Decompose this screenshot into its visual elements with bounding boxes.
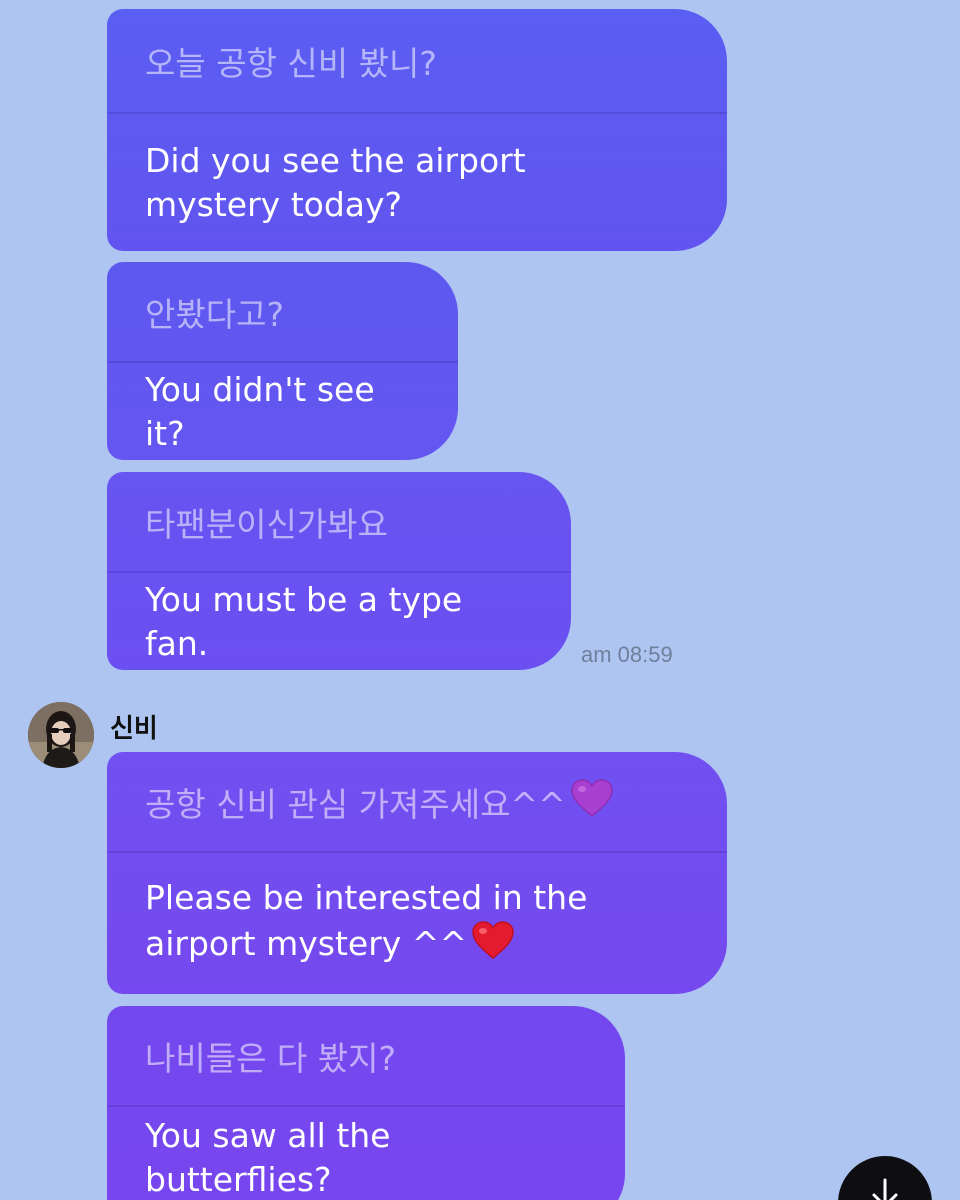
message-bubble[interactable]: 안봤다고? You didn't see it? bbox=[107, 262, 458, 460]
chat-screen: 오늘 공항 신비 봤니? Did you see the airport mys… bbox=[0, 0, 960, 1200]
sender-name: 신비 bbox=[110, 714, 158, 744]
english-translation: Did you see the airport mystery today? bbox=[107, 114, 727, 251]
korean-text: 오늘 공항 신비 봤니? bbox=[145, 43, 437, 83]
message-timestamp: am 08:59 bbox=[581, 642, 673, 667]
english-text: Did you see the airport mystery today? bbox=[145, 140, 526, 224]
avatar[interactable] bbox=[28, 702, 94, 768]
arrow-down-icon bbox=[872, 1178, 898, 1200]
scroll-to-bottom-button[interactable] bbox=[838, 1156, 932, 1200]
korean-text: 나비들은 다 봤지? bbox=[145, 1038, 397, 1078]
english-text: You must be a type fan. bbox=[145, 579, 463, 663]
english-line: Please be interested in the airport myst… bbox=[145, 876, 665, 971]
message-bubble[interactable]: 오늘 공항 신비 봤니? Did you see the airport mys… bbox=[107, 9, 727, 251]
message-bubble[interactable]: 나비들은 다 봤지? You saw all the butterflies? bbox=[107, 1006, 625, 1200]
english-text: You saw all the butterflies? bbox=[145, 1116, 391, 1199]
message-bubble[interactable]: 타팬분이신가봐요 You must be a type fan. bbox=[107, 472, 571, 670]
korean-line: 공항 신비 관심 가져주세요^^ bbox=[107, 752, 727, 851]
profile-photo-icon bbox=[28, 702, 94, 768]
korean-text: 타팬분이신가봐요 bbox=[145, 504, 388, 544]
message-bubble[interactable]: 공항 신비 관심 가져주세요^^ Please be interested in… bbox=[107, 752, 727, 994]
english-text: Please be interested in the airport myst… bbox=[145, 878, 588, 963]
purple-heart-icon bbox=[570, 778, 614, 826]
korean-text: 공항 신비 관심 가져주세요^^ bbox=[145, 784, 566, 824]
english-text: You didn't see it? bbox=[145, 369, 375, 453]
english-translation: Please be interested in the airport myst… bbox=[107, 853, 727, 994]
red-heart-icon bbox=[471, 920, 515, 971]
korean-text: 안봤다고? bbox=[145, 294, 284, 334]
